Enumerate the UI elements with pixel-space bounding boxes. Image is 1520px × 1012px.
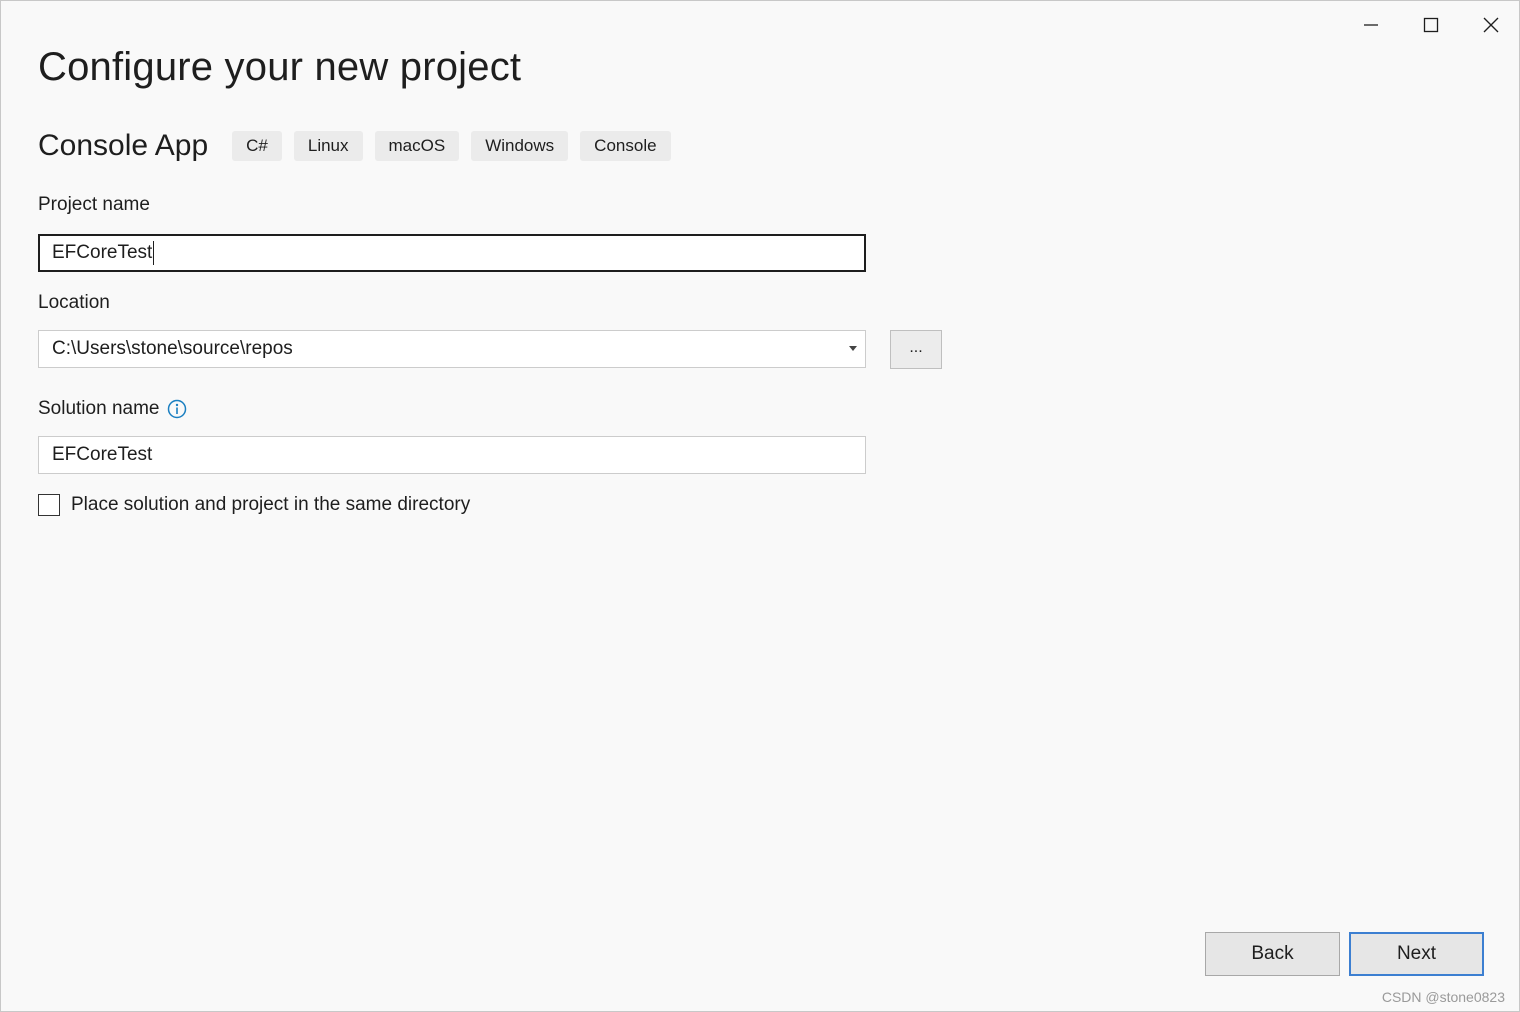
tag-console: Console xyxy=(580,131,671,161)
same-directory-option[interactable]: Place solution and project in the same d… xyxy=(38,494,470,516)
close-button[interactable] xyxy=(1468,7,1514,43)
minimize-icon xyxy=(1363,17,1379,33)
minimize-button[interactable] xyxy=(1348,7,1394,43)
tag-csharp: C# xyxy=(232,131,282,161)
location-label-text: Location xyxy=(38,292,110,313)
watermark: CSDN @stone0823 xyxy=(1381,989,1505,1005)
template-header: Console App C# Linux macOS Windows Conso… xyxy=(38,128,683,164)
same-directory-checkbox[interactable] xyxy=(38,494,60,516)
next-button-label: Next xyxy=(1396,943,1437,964)
text-caret xyxy=(153,241,155,265)
template-name: Console App xyxy=(38,129,209,162)
page-title: Configure your new project xyxy=(38,45,522,89)
solution-name-label: Solution name xyxy=(38,398,187,420)
project-name-label-text: Project name xyxy=(38,194,150,215)
browse-button[interactable]: ... xyxy=(890,330,942,369)
solution-name-label-text: Solution name xyxy=(38,398,160,419)
maximize-icon xyxy=(1423,17,1439,33)
chevron-down-icon[interactable] xyxy=(849,346,857,351)
location-label: Location xyxy=(38,292,110,314)
location-value: C:\Users\stone\source\repos xyxy=(52,338,293,359)
template-tags: C# Linux macOS Windows Console xyxy=(232,131,682,161)
close-icon xyxy=(1483,17,1499,33)
tag-linux: Linux xyxy=(293,131,363,161)
project-name-value: EFCoreTest xyxy=(52,242,153,263)
tag-windows: Windows xyxy=(471,131,569,161)
location-combobox[interactable]: C:\Users\stone\source\repos xyxy=(38,330,866,368)
solution-name-value: EFCoreTest xyxy=(52,444,153,465)
maximize-button[interactable] xyxy=(1408,7,1454,43)
info-icon[interactable] xyxy=(167,399,187,419)
tag-macos: macOS xyxy=(374,131,460,161)
dialog-window: Configure your new project Console App C… xyxy=(0,0,1520,1012)
project-name-input[interactable]: EFCoreTest xyxy=(38,234,866,272)
solution-name-input[interactable]: EFCoreTest xyxy=(38,436,866,474)
next-button[interactable]: Next xyxy=(1349,932,1484,976)
back-button[interactable]: Back xyxy=(1205,932,1340,976)
browse-button-label: ... xyxy=(909,338,923,356)
project-name-label: Project name xyxy=(38,194,150,216)
same-directory-label: Place solution and project in the same d… xyxy=(71,494,471,515)
back-button-label: Back xyxy=(1251,943,1294,964)
